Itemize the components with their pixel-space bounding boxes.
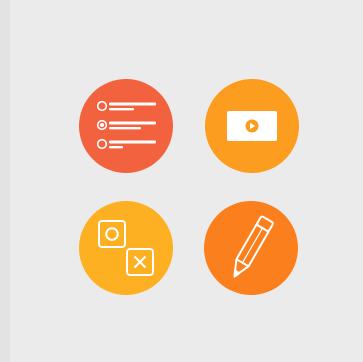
tic-tac-toe-icon <box>79 201 173 295</box>
activity-panel <box>10 0 363 362</box>
video-activity-button[interactable] <box>205 79 299 173</box>
pencil-icon <box>204 201 298 295</box>
quiz-activity-button[interactable] <box>79 79 173 173</box>
video-play-icon <box>205 79 299 173</box>
writing-activity-button[interactable] <box>204 201 298 295</box>
sidebar-edge <box>0 0 10 362</box>
multiple-choice-list-icon <box>79 79 173 173</box>
tile-background <box>79 79 173 173</box>
game-activity-button[interactable] <box>79 201 173 295</box>
tile-background <box>79 201 173 295</box>
